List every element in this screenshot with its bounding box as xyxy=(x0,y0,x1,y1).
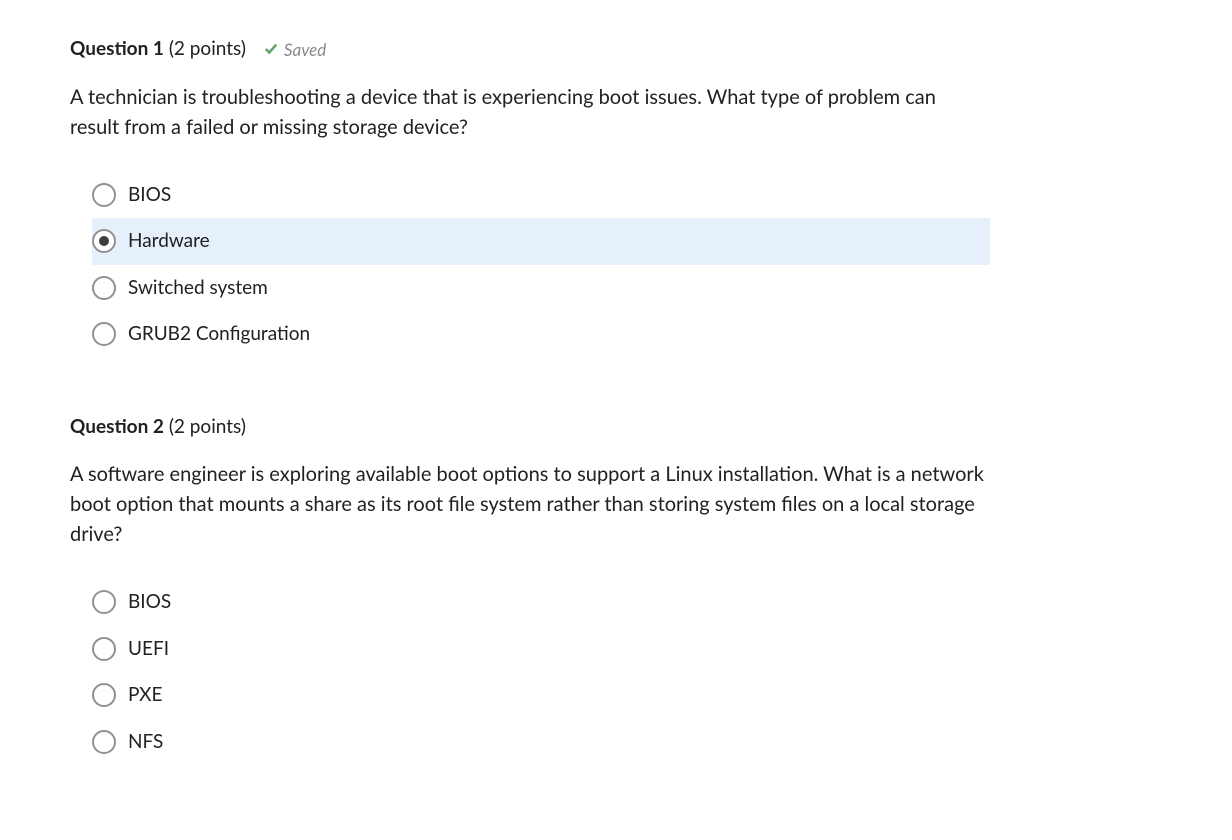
option-label: GRUB2 Configuration xyxy=(128,320,310,349)
radio-button[interactable] xyxy=(92,730,116,754)
radio-button[interactable] xyxy=(92,637,116,661)
options-group: BIOS Hardware Switched system GRUB2 Conf… xyxy=(70,172,990,358)
question-title: Question 2 (2 points) xyxy=(70,413,246,442)
question-title: Question 1 (2 points) xyxy=(70,35,246,64)
question-header: Question 1 (2 points) Saved xyxy=(70,35,1162,64)
options-group: BIOS UEFI PXE NFS xyxy=(70,579,990,765)
option-uefi[interactable]: UEFI xyxy=(92,626,990,673)
radio-button[interactable] xyxy=(92,590,116,614)
question-number: Question 1 xyxy=(70,37,164,60)
radio-button[interactable] xyxy=(92,183,116,207)
option-label: Hardware xyxy=(128,227,210,256)
question-2: Question 2 (2 points) A software enginee… xyxy=(70,413,1162,766)
option-label: UEFI xyxy=(128,635,169,664)
radio-button[interactable] xyxy=(92,229,116,253)
question-points: (2 points) xyxy=(169,415,246,438)
option-bios[interactable]: BIOS xyxy=(92,172,990,219)
radio-button[interactable] xyxy=(92,683,116,707)
check-icon xyxy=(264,42,278,56)
saved-indicator: Saved xyxy=(264,37,326,63)
option-switched-system[interactable]: Switched system xyxy=(92,265,990,312)
saved-label: Saved xyxy=(284,37,326,63)
radio-button[interactable] xyxy=(92,276,116,300)
question-text: A software engineer is exploring availab… xyxy=(70,459,990,549)
option-label: BIOS xyxy=(128,588,171,617)
option-label: BIOS xyxy=(128,181,171,210)
option-pxe[interactable]: PXE xyxy=(92,672,990,719)
option-bios[interactable]: BIOS xyxy=(92,579,990,626)
radio-button[interactable] xyxy=(92,322,116,346)
question-header: Question 2 (2 points) xyxy=(70,413,1162,442)
option-label: PXE xyxy=(128,681,162,710)
option-grub2-configuration[interactable]: GRUB2 Configuration xyxy=(92,311,990,358)
question-points: (2 points) xyxy=(169,37,246,60)
option-label: Switched system xyxy=(128,274,268,303)
option-label: NFS xyxy=(128,728,163,757)
question-text: A technician is troubleshooting a device… xyxy=(70,82,990,142)
option-hardware[interactable]: Hardware xyxy=(92,218,990,265)
question-number: Question 2 xyxy=(70,415,164,438)
question-1: Question 1 (2 points) Saved A technician… xyxy=(70,35,1162,358)
option-nfs[interactable]: NFS xyxy=(92,719,990,766)
